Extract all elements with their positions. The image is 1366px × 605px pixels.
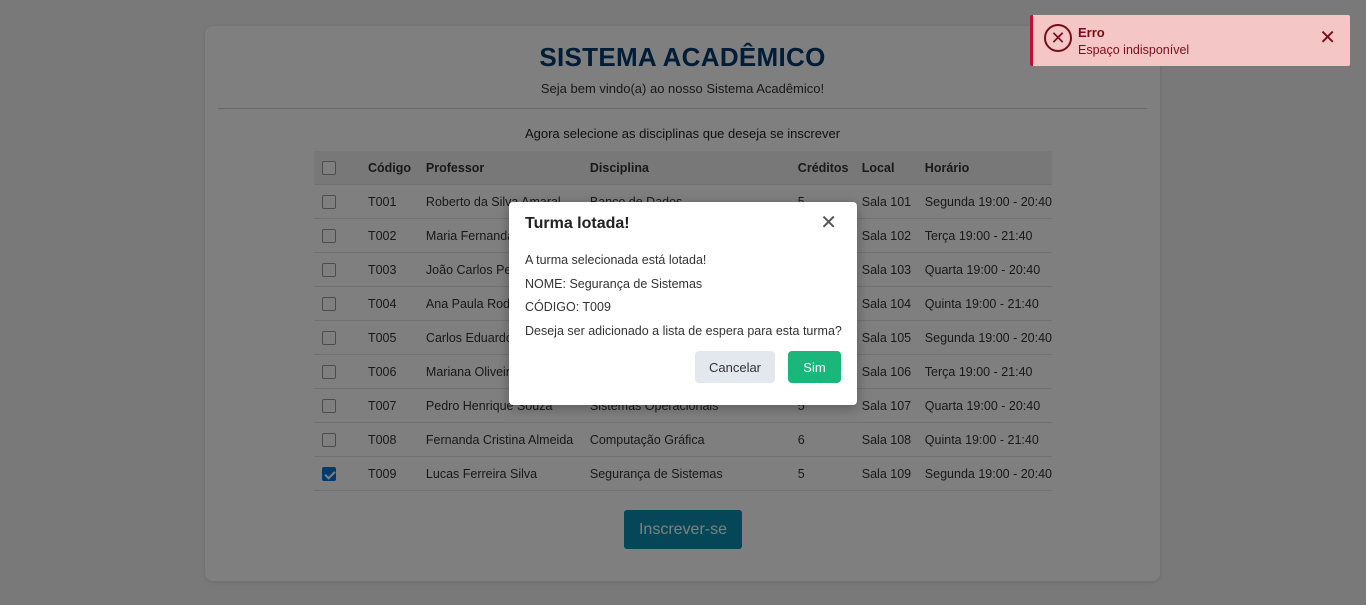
modal-course-name: NOME: Segurança de Sistemas (525, 277, 703, 291)
modal-close-icon[interactable]: ✕ (820, 213, 837, 233)
toast-message: Espaço indisponível (1078, 43, 1190, 57)
toast-title: Erro (1078, 25, 1105, 40)
modal-question: Deseja ser adicionado a lista de espera … (525, 324, 842, 338)
confirm-button[interactable]: Sim (788, 351, 841, 383)
modal-course-code: CÓDIGO: T009 (525, 300, 611, 314)
cancel-button[interactable]: Cancelar (695, 351, 775, 383)
error-icon: ✕ (1044, 24, 1072, 52)
modal-title: Turma lotada! (525, 215, 630, 232)
error-toast: ✕ Erro Espaço indisponível ✕ (1030, 15, 1350, 66)
modal-message: A turma selecionada está lotada! (525, 253, 707, 267)
full-class-modal: Turma lotada! ✕ A turma selecionada está… (509, 202, 857, 405)
toast-close-icon[interactable]: ✕ (1319, 28, 1336, 48)
